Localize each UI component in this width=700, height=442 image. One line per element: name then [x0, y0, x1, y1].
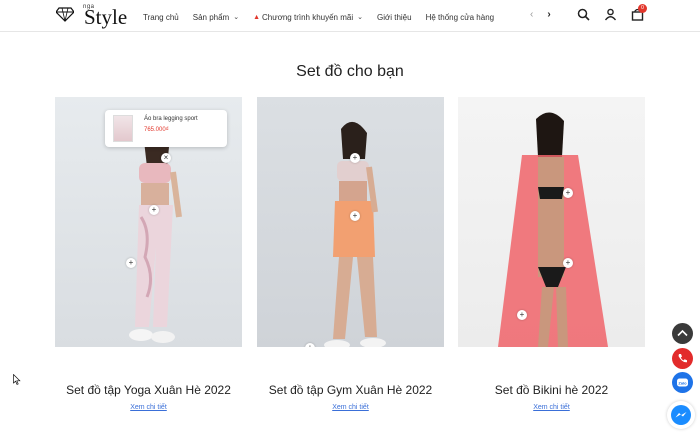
nav-label: Hệ thống cửa hàng — [425, 12, 495, 22]
main-nav: Trang chủ Sản phẩm ⌄ ▲ Chương trình khuy… — [143, 10, 508, 24]
hotspot-plus-icon[interactable]: + — [517, 310, 527, 320]
nav-item-about[interactable]: Giới thiệu — [377, 10, 412, 24]
outfit-name[interactable]: Set đồ Bikini hè 2022 — [458, 383, 645, 397]
hotspot-plus-icon[interactable]: + — [305, 343, 315, 347]
nav-label: Sản phẩm — [192, 12, 230, 22]
chevron-down-icon: ⌄ — [233, 14, 240, 21]
fire-icon: ▲ — [253, 13, 261, 21]
outfit-name[interactable]: Set đồ tập Yoga Xuân Hè 2022 — [55, 383, 242, 397]
hotspot-plus-icon[interactable]: + — [563, 188, 573, 198]
nav-item-stores[interactable]: Hệ thống cửa hàng — [426, 10, 495, 24]
outfit-card: Áo bra legging sport 765.000₫ × + + Set … — [55, 97, 242, 411]
close-icon[interactable]: × — [161, 153, 171, 163]
logo-word: Style — [84, 5, 128, 29]
outfit-card: + + + Set đồ tập Gym Xuân Hè 2022 Xem ch… — [257, 97, 444, 411]
logo[interactable]: nga Style — [56, 2, 128, 30]
product-thumbnail — [113, 115, 133, 142]
outfit-photo-bikini[interactable]: + + + — [458, 97, 645, 347]
hotspot-plus-icon[interactable]: + — [149, 205, 159, 215]
outfit-photo-gym[interactable]: + + + — [257, 97, 444, 347]
outfit-photo-yoga[interactable]: Áo bra legging sport 765.000₫ × + + — [55, 97, 242, 347]
hotspot-plus-icon[interactable]: + — [563, 258, 573, 268]
outfit-card: + + + Set đồ Bikini hè 2022 Xem chi tiết — [458, 97, 645, 411]
header-icons: 0 — [577, 4, 647, 21]
search-icon[interactable] — [577, 8, 590, 21]
cart-button[interactable]: 0 — [631, 4, 647, 21]
nav-item-promotions[interactable]: ▲ Chương trình khuyến mãi ⌄ — [253, 10, 363, 24]
diamond-icon — [56, 7, 74, 22]
popup-product-price: 765.000₫ — [144, 127, 169, 133]
scroll-top-icon — [672, 323, 693, 344]
view-detail-wrap: Xem chi tiết — [458, 400, 645, 411]
view-detail-link[interactable]: Xem chi tiết — [257, 404, 444, 411]
user-icon[interactable] — [604, 8, 617, 21]
view-detail-wrap: Xem chi tiết — [55, 400, 242, 411]
model-illustration — [498, 112, 608, 347]
outfit-name[interactable]: Set đồ tập Gym Xuân Hè 2022 — [257, 383, 444, 397]
site-header: nga Style Trang chủ Sản phẩm ⌄ ▲ Chương … — [0, 0, 700, 32]
hotspot-plus-icon[interactable]: + — [126, 258, 136, 268]
nav-label: Chương trình khuyến mãi — [262, 12, 354, 22]
zalo-button[interactable]: Zalo — [672, 372, 693, 393]
mouse-pointer-icon — [13, 374, 21, 385]
messenger-button[interactable] — [667, 401, 695, 429]
svg-text:Zalo: Zalo — [678, 381, 687, 386]
nav-scroll-arrows: ‹ › — [530, 9, 551, 20]
section-title: Set đồ cho bạn — [296, 63, 404, 80]
hotspot-plus-icon[interactable]: + — [350, 153, 360, 163]
hotspot-plus-icon[interactable]: + — [350, 211, 360, 221]
nav-label: Giới thiệu — [376, 12, 412, 22]
phone-button[interactable] — [672, 348, 693, 369]
messenger-icon — [671, 405, 691, 425]
scroll-top-button[interactable] — [672, 323, 693, 344]
cart-count-badge: 0 — [638, 4, 647, 13]
nav-item-products[interactable]: Sản phẩm ⌄ — [193, 10, 239, 24]
chevron-right-icon[interactable]: › — [547, 9, 550, 20]
chevron-down-icon: ⌄ — [357, 14, 363, 21]
zalo-icon: Zalo — [672, 372, 693, 393]
view-detail-link[interactable]: Xem chi tiết — [458, 404, 645, 411]
nav-label: Trang chủ — [143, 12, 179, 22]
product-popup[interactable]: Áo bra legging sport 765.000₫ — [105, 110, 227, 147]
popup-product-name: Áo bra legging sport — [144, 116, 198, 122]
nav-item-home[interactable]: Trang chủ — [143, 10, 179, 24]
model-illustration — [324, 121, 386, 347]
view-detail-wrap: Xem chi tiết — [257, 400, 444, 411]
phone-icon — [672, 348, 693, 369]
view-detail-link[interactable]: Xem chi tiết — [55, 404, 242, 411]
chevron-left-icon[interactable]: ‹ — [530, 9, 533, 20]
